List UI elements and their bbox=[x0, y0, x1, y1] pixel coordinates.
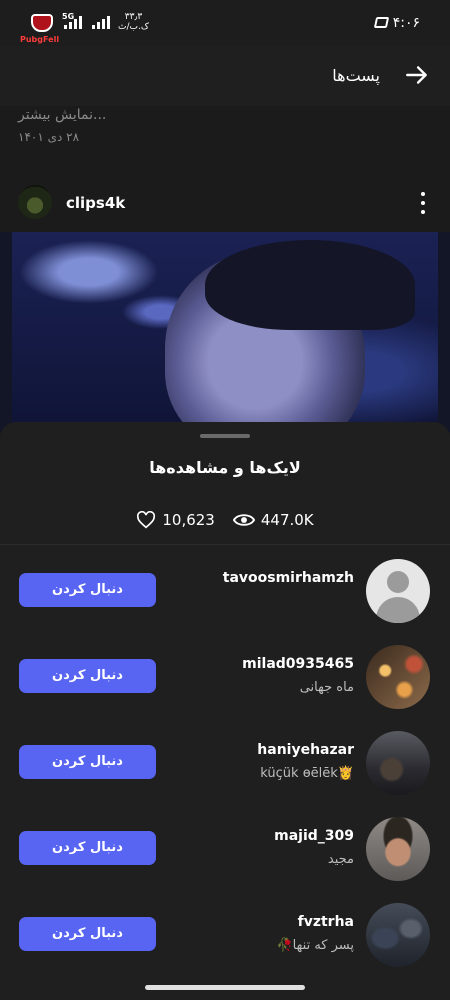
display-name: ماه جهانی bbox=[299, 680, 354, 695]
likes-stat: 10,623 bbox=[136, 511, 215, 529]
eye-icon bbox=[232, 514, 255, 526]
post-author-row: clips4k bbox=[0, 180, 450, 226]
avatar[interactable] bbox=[366, 817, 430, 881]
display-name: پسر که تنها🥀 bbox=[276, 938, 355, 953]
avatar[interactable] bbox=[366, 645, 430, 709]
follow-button[interactable]: دنبال کردن bbox=[19, 831, 156, 865]
clock: ۴:۰۶ bbox=[392, 15, 420, 31]
username[interactable]: fvztrha bbox=[298, 914, 354, 930]
avatar-body bbox=[376, 597, 420, 623]
speed-unit: ک.ب/ث bbox=[118, 22, 149, 32]
likes-count: 10,623 bbox=[162, 511, 215, 529]
app-logo: PubgFell bbox=[20, 10, 66, 46]
page-title: پست‌ها bbox=[332, 66, 380, 85]
avatar[interactable] bbox=[366, 731, 430, 795]
stats-row: 10,623 447.0K bbox=[0, 508, 450, 532]
signal-icon bbox=[64, 15, 82, 29]
heart-icon bbox=[137, 511, 156, 529]
list-item[interactable]: milad0935465 ماه جهانی دنبال کردن bbox=[0, 638, 450, 718]
top-header: پست‌ها bbox=[0, 46, 450, 106]
username[interactable]: haniyehazar bbox=[257, 742, 354, 758]
follow-button[interactable]: دنبال کردن bbox=[19, 917, 156, 951]
network-speed: ۳۳٫۳ ک.ب/ث bbox=[118, 12, 149, 32]
follow-button[interactable]: دنبال کردن bbox=[19, 659, 156, 693]
username[interactable]: tavoosmirhamzh bbox=[223, 570, 354, 586]
sim-icon bbox=[373, 17, 390, 28]
display-name: مجید bbox=[327, 852, 354, 867]
username[interactable]: milad0935465 bbox=[242, 656, 354, 672]
display-name: küçük ɵēlēk👸 bbox=[260, 766, 354, 781]
logo-text: PubgFell bbox=[20, 35, 60, 44]
video-subject-hair bbox=[205, 240, 415, 330]
arrow-right-icon[interactable] bbox=[404, 62, 430, 88]
show-more-link[interactable]: ...نمایش بیشتر bbox=[18, 107, 430, 123]
home-indicator[interactable] bbox=[145, 985, 305, 990]
shield-logo-icon bbox=[31, 14, 53, 32]
author-avatar[interactable] bbox=[18, 185, 52, 219]
list-item[interactable]: tavoosmirhamzh دنبال کردن bbox=[0, 552, 450, 632]
divider bbox=[0, 544, 450, 545]
default-avatar[interactable] bbox=[366, 559, 430, 623]
post-media[interactable] bbox=[0, 232, 450, 432]
list-item[interactable]: fvztrha پسر که تنها🥀 دنبال کردن bbox=[0, 896, 450, 976]
avatar[interactable] bbox=[366, 903, 430, 967]
sheet-title: لایک‌ها و مشاهده‌ها bbox=[149, 458, 301, 477]
follow-button[interactable]: دنبال کردن bbox=[19, 745, 156, 779]
list-item[interactable]: haniyehazar küçük ɵēlēk👸 دنبال کردن bbox=[0, 724, 450, 804]
author-username[interactable]: clips4k bbox=[66, 194, 125, 212]
status-bar: PubgFell 5G ۳۳٫۳ ک.ب/ث ۴:۰۶ bbox=[0, 0, 450, 46]
likes-views-sheet: لایک‌ها و مشاهده‌ها 10,623 447.0K tavoos… bbox=[0, 422, 450, 1000]
list-item[interactable]: majid_309 مجید دنبال کردن bbox=[0, 810, 450, 890]
username[interactable]: majid_309 bbox=[274, 828, 354, 844]
signal-icon-2 bbox=[92, 15, 110, 29]
avatar-head bbox=[387, 571, 409, 593]
more-options-icon[interactable] bbox=[420, 192, 426, 214]
drag-handle[interactable] bbox=[200, 434, 250, 438]
show-more-label: ...نمایش بیشتر bbox=[18, 107, 107, 123]
speed-value: ۳۳٫۳ bbox=[124, 12, 143, 22]
follow-button[interactable]: دنبال کردن bbox=[19, 573, 156, 607]
post-date: ۲۸ دی ۱۴۰۱ bbox=[18, 130, 80, 144]
views-stat: 447.0K bbox=[232, 511, 314, 529]
views-count: 447.0K bbox=[260, 511, 314, 529]
